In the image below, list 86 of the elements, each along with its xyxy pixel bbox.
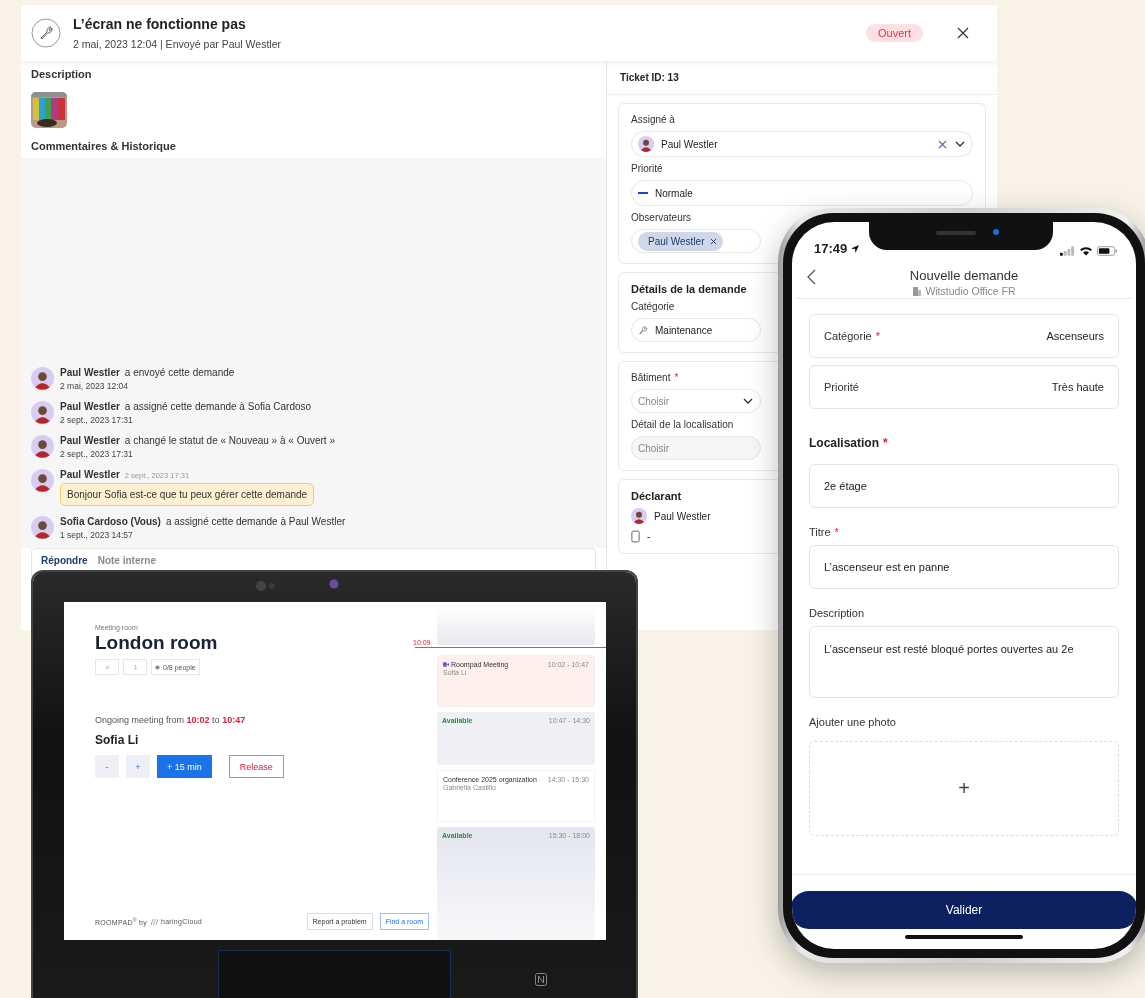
text-area[interactable]: L’ascenseur est resté bloqué portes ouvertes au 2e (809, 626, 1119, 698)
avatar (31, 435, 54, 458)
comment-bubble: Bonjour Sofia est-ce que tu peux gérer cette demande (60, 483, 315, 506)
release-button[interactable]: Release (228, 755, 284, 778)
timestamp: 2 sept., 2023 17:31 (60, 415, 134, 425)
avatar (638, 136, 654, 152)
clear-icon[interactable] (938, 139, 947, 149)
location-select[interactable]: Choisir (631, 436, 761, 460)
history-action: a changé le statut de « Nouveau » à « Ouvert » (124, 435, 335, 446)
card-title: Déclarant (631, 490, 682, 502)
required-mark: * (674, 372, 679, 383)
timestamp: 2 mai, 2023 12:04 (60, 381, 130, 391)
signal-icon (1060, 246, 1075, 256)
card-title: Détails de la demande (631, 283, 747, 295)
author-name: Paul Westler (60, 435, 120, 446)
sensor-icon (329, 579, 339, 589)
submit-button[interactable]: Valider (792, 891, 1136, 929)
status-time: 17:49 (814, 241, 861, 256)
author-name: Paul Westler (60, 469, 120, 480)
field-label: Observateurs (631, 212, 692, 223)
field-label: Description (809, 607, 866, 619)
timestamp: 2 sept., 2023 17:31 (60, 449, 134, 459)
ticket-meta: 2 mai, 2023 12:04 | Envoyé par Paul Westler (73, 38, 282, 50)
required-mark: * (883, 436, 888, 450)
select-row[interactable]: Catégorie * Ascenseurs (809, 314, 1119, 358)
field-label: Ajouter une photo (809, 716, 897, 728)
room-name: London room (95, 632, 218, 654)
camera-icon (256, 581, 275, 591)
section-label: Localisation * (809, 436, 889, 450)
ongoing-meeting-text: Ongoing meeting from 10:02 to 10:47 (95, 715, 246, 725)
history-action: a assigné cette demande à Paul Westler (165, 516, 346, 527)
timestamp: 1 sept., 2023 14:57 (60, 530, 134, 540)
people-icon (155, 664, 160, 670)
sun-icon (104, 664, 110, 670)
status-badge: Ouvert (866, 24, 923, 42)
observer-chip[interactable]: Paul Westler (638, 231, 723, 251)
increase-button[interactable]: + (126, 755, 150, 778)
back-icon[interactable] (806, 269, 818, 285)
section-label: Description (31, 68, 93, 80)
ticket-id: Ticket ID: 13 (607, 61, 997, 95)
author-name: Sofia Cardoso (Vous) (60, 516, 161, 527)
remove-icon[interactable] (709, 237, 717, 245)
field-label: Assigné à (631, 114, 675, 125)
history-action: a assigné cette demande à Sofia Cardoso (124, 401, 312, 412)
field-label: Détail de la localisation (631, 419, 734, 430)
dash-icon (638, 192, 648, 194)
wifi-icon (1079, 246, 1093, 256)
author-name: Paul Westler (60, 367, 120, 378)
add-photo-button[interactable]: + (809, 741, 1119, 836)
phone-icon (631, 530, 640, 543)
screen-subtitle: Witstudio Office FR (925, 285, 1016, 297)
wrench-icon (638, 325, 648, 335)
organizer-name: Sofia Li (95, 733, 139, 747)
location-arrow-icon (850, 243, 861, 254)
nfc-icon (535, 973, 547, 986)
battery-icon (1097, 246, 1118, 256)
required-mark: * (875, 330, 880, 342)
required-mark: * (834, 526, 839, 538)
avatar (631, 508, 647, 524)
history-action: a envoyé cette demande (124, 367, 235, 378)
avatar (31, 367, 54, 390)
decrease-button[interactable]: - (95, 755, 119, 778)
accessibility-icon (132, 664, 138, 670)
declarant-name: Paul Westler (654, 510, 711, 522)
field-label: Titre * (809, 526, 840, 538)
field-label: Bâtiment * (631, 372, 679, 383)
declarant-phone: - (647, 531, 651, 542)
close-icon[interactable] (957, 27, 969, 39)
field-label: Priorité (631, 163, 663, 174)
avatar (31, 469, 54, 492)
logo-icon (150, 918, 158, 925)
field-label: Catégorie (631, 301, 675, 312)
avatar (31, 401, 54, 424)
screen-title: Nouvelle demande (909, 268, 1019, 283)
select-row[interactable]: Priorité Très haute (809, 365, 1119, 409)
section-label: Commentaires & Historique (31, 140, 177, 152)
input-field[interactable]: 2e étage (809, 464, 1119, 508)
wrench-icon (31, 18, 61, 48)
extend-button[interactable]: + 15 min (157, 755, 212, 778)
building-icon (912, 286, 923, 296)
reply-tab[interactable]: Note interne (95, 549, 158, 574)
avatar (31, 516, 54, 539)
video-icon (443, 662, 449, 667)
input-field[interactable]: L’ascenseur est en panne (809, 545, 1119, 589)
author-name: Paul Westler (60, 401, 120, 412)
ticket-title: L’écran ne fonctionne pas (73, 16, 247, 32)
